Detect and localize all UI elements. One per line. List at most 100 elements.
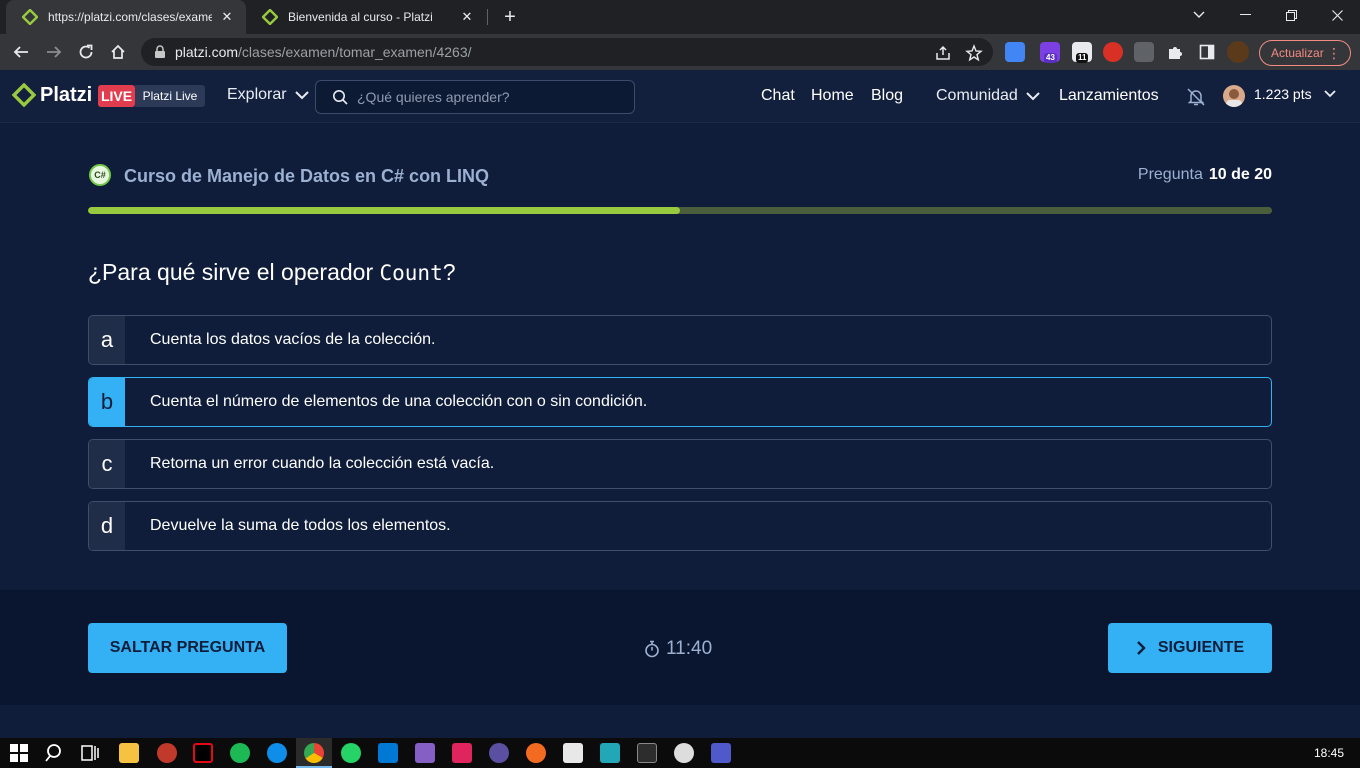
extensions-puzzle-icon[interactable] — [1162, 39, 1188, 65]
tab-divider — [487, 9, 488, 25]
jetbrains-icon[interactable] — [452, 743, 472, 763]
reload-icon[interactable] — [73, 39, 99, 65]
extension-heart-icon[interactable]: 11 — [1072, 42, 1092, 63]
points-label: 1.223 pts — [1254, 86, 1312, 102]
search-icon[interactable] — [45, 743, 65, 763]
exam-progress-fill — [88, 207, 680, 214]
restore-button[interactable] — [1268, 0, 1314, 30]
cloud-app-icon[interactable] — [157, 743, 177, 763]
nav-home[interactable]: Home — [811, 87, 854, 105]
tab-search-chevron-icon[interactable] — [1176, 0, 1222, 30]
bookmark-star-icon[interactable] — [965, 44, 983, 62]
platzi-favicon-icon — [22, 9, 38, 25]
system-clock: 18:45 — [1313, 746, 1344, 760]
extension-red-icon[interactable] — [1103, 42, 1123, 62]
url-host: platzi.com — [175, 44, 239, 60]
profile-avatar-icon[interactable] — [1227, 41, 1249, 63]
answer-option-d[interactable]: d Devuelve la suma de todos los elemento… — [88, 501, 1272, 551]
platzi-logo-icon — [12, 83, 36, 107]
platzi-logo[interactable]: Platzi — [12, 83, 92, 107]
extension-badge: 43 — [1044, 53, 1057, 63]
question-counter-value: 10 de 20 — [1208, 166, 1272, 183]
next-question-button[interactable]: SIGUIENTE — [1108, 623, 1272, 673]
chevron-down-icon — [1323, 90, 1336, 98]
question-code: Count — [379, 261, 443, 285]
file-explorer-icon[interactable] — [119, 743, 139, 763]
next-label: SIGUIENTE — [1157, 639, 1245, 656]
vscode-icon[interactable] — [378, 743, 398, 763]
extension-badge: 11 — [1076, 53, 1089, 63]
option-letter: b — [89, 378, 125, 426]
new-tab-button[interactable]: + — [498, 5, 522, 29]
close-tab-icon[interactable]: ✕ — [218, 8, 236, 26]
extension-purple-icon[interactable]: 43 — [1040, 42, 1060, 63]
option-letter: c — [89, 440, 125, 488]
nav-lanzamientos[interactable]: Lanzamientos — [1059, 87, 1159, 105]
update-label: Actualizar — [1271, 46, 1324, 60]
browser-tab-bar: https://platzi.com/clases/examen/tomar_e… — [0, 0, 1360, 34]
browser-toolbar: platzi.com/clases/examen/tomar_examen/42… — [0, 34, 1360, 70]
lock-icon — [155, 45, 165, 58]
translate-icon[interactable] — [1005, 42, 1025, 62]
minimize-button[interactable] — [1222, 0, 1268, 30]
chrome-icon[interactable] — [304, 743, 324, 763]
explorar-menu[interactable]: Explorar — [227, 86, 309, 104]
app-stripe-icon[interactable] — [489, 743, 509, 763]
url-path: /clases/examen/tomar_examen/4263/ — [238, 44, 472, 60]
update-browser-button[interactable]: Actualizar ⋮ — [1259, 40, 1351, 66]
spotify-icon[interactable] — [230, 743, 250, 763]
back-arrow-icon[interactable] — [8, 39, 34, 65]
browser-tab-bienvenida[interactable]: Bienvenida al curso - Platzi ✕ — [246, 0, 486, 34]
edge-icon[interactable] — [267, 743, 287, 763]
share-icon[interactable] — [934, 44, 952, 62]
app-inkscape-icon[interactable] — [563, 743, 583, 763]
live-badge[interactable]: LIVE — [98, 85, 135, 107]
app-circle-icon[interactable] — [674, 743, 694, 763]
home-icon[interactable] — [105, 39, 131, 65]
platzi-favicon-icon — [262, 9, 278, 25]
skip-question-button[interactable]: SALTAR PREGUNTA — [88, 623, 287, 673]
nav-blog[interactable]: Blog — [871, 87, 903, 105]
exam-timer: 11:40 — [644, 638, 712, 660]
address-bar[interactable]: platzi.com/clases/examen/tomar_examen/42… — [141, 38, 993, 66]
answer-option-a[interactable]: a Cuenta los datos vacíos de la colecció… — [88, 315, 1272, 365]
nav-comunidad[interactable]: Comunidad — [936, 87, 1040, 105]
explorar-label: Explorar — [227, 86, 287, 103]
windows-taskbar: 18:45 — [0, 738, 1360, 768]
course-badge-icon: C# — [89, 164, 111, 186]
netflix-icon[interactable] — [193, 743, 213, 763]
task-view-icon[interactable] — [80, 743, 100, 763]
notifications-off-bell-icon[interactable] — [1186, 87, 1206, 107]
terminal-icon[interactable] — [637, 743, 657, 763]
visual-studio-icon[interactable] — [415, 743, 435, 763]
extension-edit-icon[interactable] — [1134, 42, 1154, 62]
windows-start-icon[interactable] — [9, 743, 29, 763]
site-header: Platzi LIVE Platzi Live Explorar ¿Qué qu… — [0, 70, 1360, 123]
whatsapp-icon[interactable] — [341, 743, 361, 763]
option-text: Retorna un error cuando la colección est… — [150, 455, 495, 472]
search-input[interactable]: ¿Qué quieres aprender? — [315, 80, 635, 114]
close-window-button[interactable] — [1314, 0, 1360, 30]
app-orange-icon[interactable] — [526, 743, 546, 763]
timer-value: 11:40 — [666, 638, 713, 659]
search-icon — [333, 90, 348, 105]
exam-progress-bar — [88, 207, 1272, 214]
platzi-live-link[interactable]: Platzi Live — [135, 85, 205, 107]
chevron-down-icon — [1026, 91, 1040, 100]
user-avatar[interactable] — [1223, 85, 1245, 107]
user-points[interactable]: 1.223 pts — [1254, 86, 1336, 102]
nav-chat[interactable]: Chat — [761, 87, 795, 105]
answer-option-c[interactable]: c Retorna un error cuando la colección e… — [88, 439, 1272, 489]
option-letter: a — [89, 316, 125, 364]
forward-arrow-icon[interactable] — [41, 39, 67, 65]
app-calc-icon[interactable] — [600, 743, 620, 763]
teams-icon[interactable] — [711, 743, 731, 763]
answer-option-b[interactable]: b Cuenta el número de elementos de una c… — [88, 377, 1272, 427]
tab-title: https://platzi.com/clases/examen/tomar_e… — [48, 10, 212, 24]
chevron-down-icon — [294, 90, 309, 99]
side-panel-icon[interactable] — [1194, 39, 1220, 65]
option-letter: d — [89, 502, 125, 550]
browser-tab-exam[interactable]: https://platzi.com/clases/examen/tomar_e… — [6, 0, 246, 34]
close-tab-icon[interactable]: ✕ — [458, 8, 476, 26]
more-menu-icon[interactable]: ⋮ — [1327, 46, 1341, 60]
